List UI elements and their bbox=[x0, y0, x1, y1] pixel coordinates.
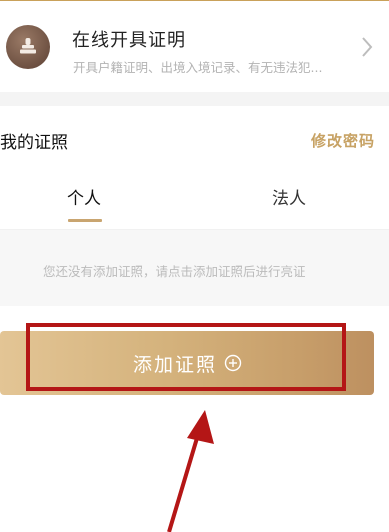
annotation-arrow-icon bbox=[167, 410, 214, 532]
